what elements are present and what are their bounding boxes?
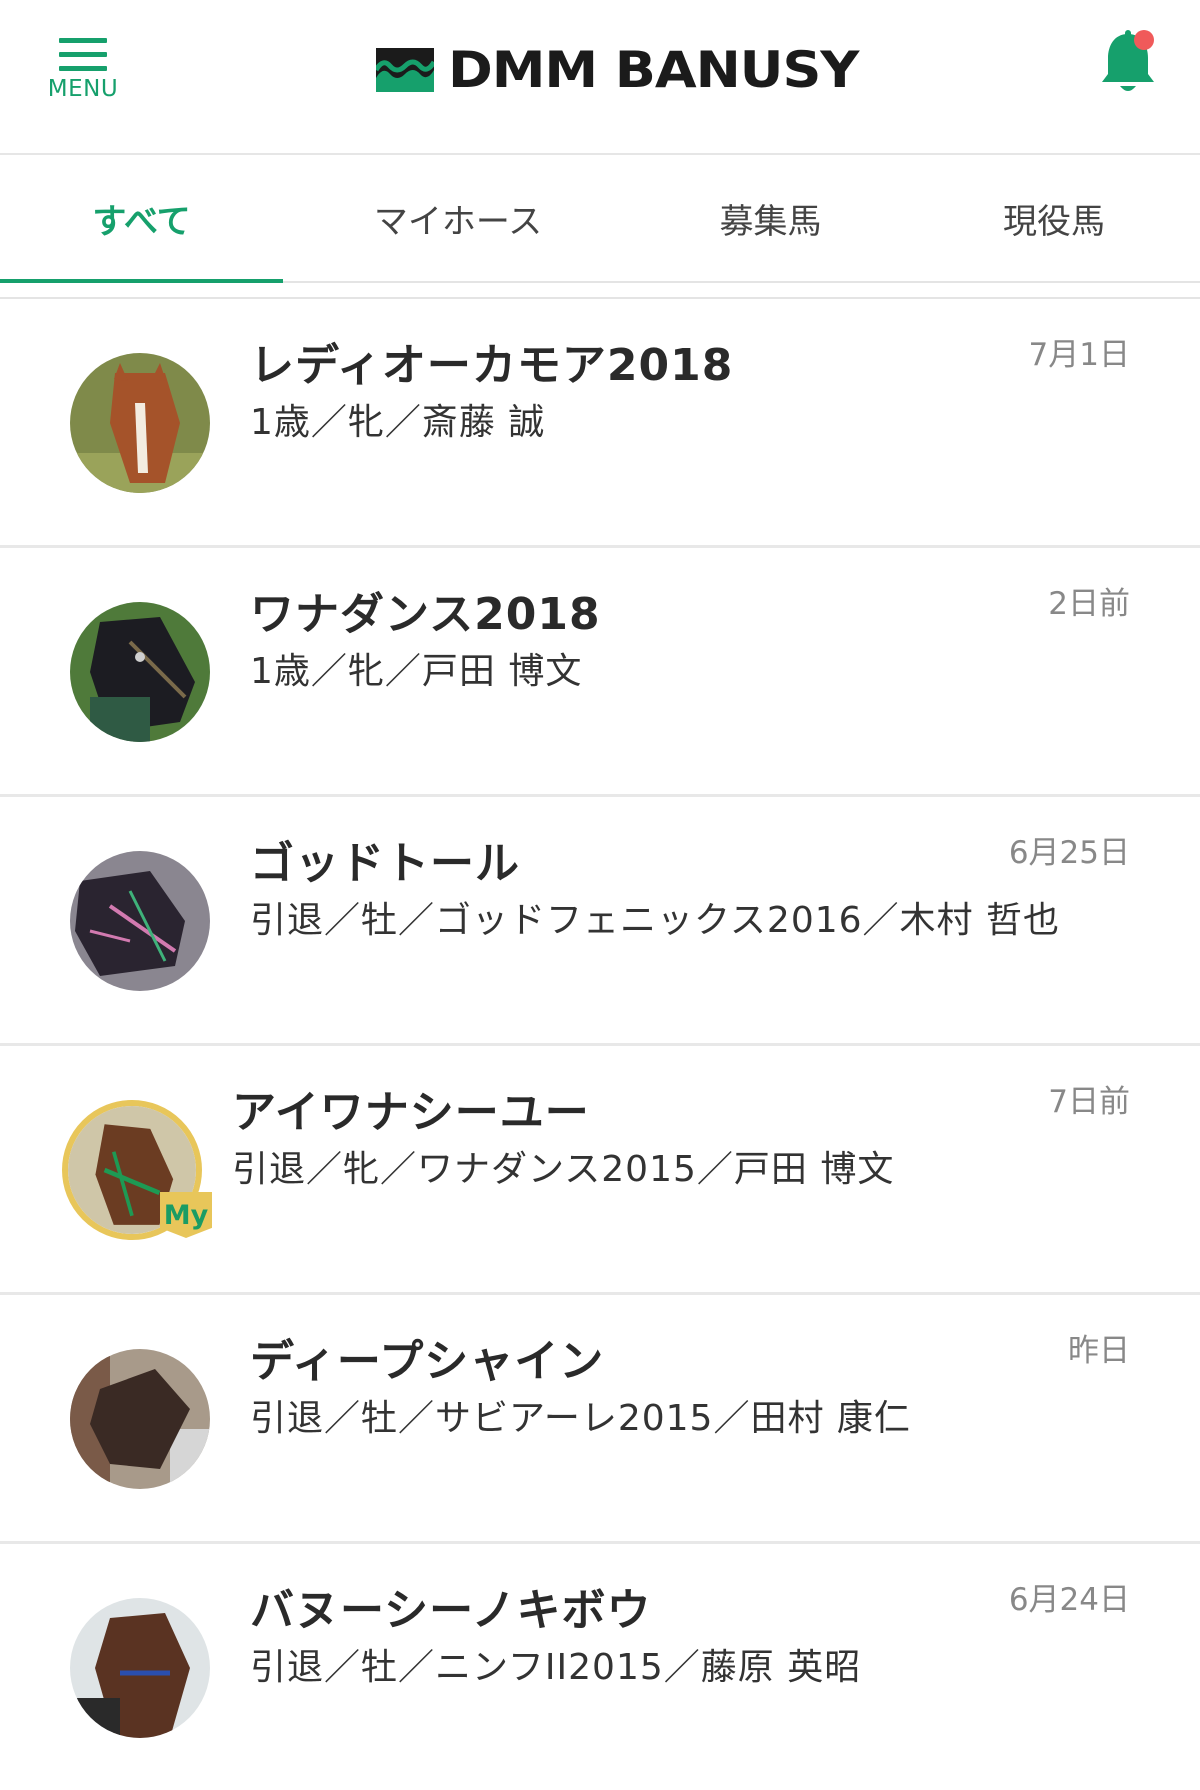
bell-icon [1102, 30, 1154, 91]
tab-active[interactable]: 現役馬 [908, 155, 1200, 281]
horse-list-item[interactable]: ゴッドトール 引退／牡／ゴッドフェニックス2016／木村 哲也 6月25日 [0, 797, 1200, 1046]
horse-list-item[interactable]: ワナダンス2018 1歳／牝／戸田 博文 2日前 [0, 548, 1200, 797]
app-header: MENU DMM BANUSY [0, 0, 1200, 155]
horse-date: 6月24日 [1008, 1582, 1130, 1618]
horse-meta: 1歳／牝／斎藤 誠 [250, 402, 546, 443]
menu-label: MENU [47, 76, 119, 102]
horse-name: ワナダンス2018 [250, 589, 601, 640]
horse-meta: 1歳／牝／戸田 博文 [250, 651, 583, 692]
horse-name: ゴッドトール [250, 838, 520, 889]
horse-meta: 引退／牡／ニンフII2015／藤原 英昭 [250, 1647, 862, 1688]
horse-avatar [70, 602, 210, 742]
horse-meta: 引退／牝／ワナダンス2015／戸田 博文 [232, 1149, 895, 1190]
horse-list-item[interactable]: ディープシャイン 引退／牡／サビアーレ2015／田村 康仁 昨日 [0, 1295, 1200, 1544]
menu-button[interactable]: MENU [48, 34, 118, 114]
horse-meta: 引退／牡／ゴッドフェニックス2016／木村 哲也 [250, 900, 1060, 941]
horse-meta: 引退／牡／サビアーレ2015／田村 康仁 [250, 1398, 911, 1439]
horse-list: レディオーカモア2018 1歳／牝／斎藤 誠 7月1日 ワナダンス2018 1歳… [0, 299, 1200, 1790]
horse-name: アイワナシーユー [232, 1087, 590, 1138]
horse-name: バヌーシーノキボウ [250, 1585, 652, 1636]
horse-avatar [70, 353, 210, 493]
horse-avatar [70, 1349, 210, 1489]
horse-name: ディープシャイン [250, 1336, 605, 1387]
hamburger-icon [59, 38, 107, 80]
horse-date: 7月1日 [1028, 337, 1130, 373]
logo-text: DMM BANUSY [448, 41, 859, 99]
horse-avatar [70, 851, 210, 991]
notification-dot-icon [1134, 30, 1154, 50]
list-top-divider [0, 283, 1200, 299]
tab-recruiting[interactable]: 募集馬 [633, 155, 908, 281]
horse-list-item[interactable]: My アイワナシーユー 引退／牝／ワナダンス2015／戸田 博文 7日前 [0, 1046, 1200, 1295]
tab-bar: すべて マイホース 募集馬 現役馬 [0, 155, 1200, 283]
horse-name: レディオーカモア2018 [250, 340, 734, 391]
notification-button[interactable] [1098, 28, 1158, 100]
horse-avatar [70, 1598, 210, 1738]
tab-all[interactable]: すべて [0, 155, 283, 283]
horse-date: 7日前 [1048, 1084, 1130, 1120]
horse-date: 6月25日 [1008, 835, 1130, 871]
my-horse-badge: My [160, 1192, 212, 1238]
horse-date: 昨日 [1068, 1333, 1130, 1369]
tab-my-horse[interactable]: マイホース [283, 155, 633, 281]
logo-mark-icon [376, 48, 434, 92]
dmm-banusy-logo[interactable]: DMM BANUSY [376, 41, 859, 99]
horse-list-item[interactable]: レディオーカモア2018 1歳／牝／斎藤 誠 7月1日 [0, 299, 1200, 548]
horse-list-item[interactable]: バヌーシーノキボウ 引退／牡／ニンフII2015／藤原 英昭 6月24日 [0, 1544, 1200, 1790]
horse-date: 2日前 [1048, 586, 1130, 622]
